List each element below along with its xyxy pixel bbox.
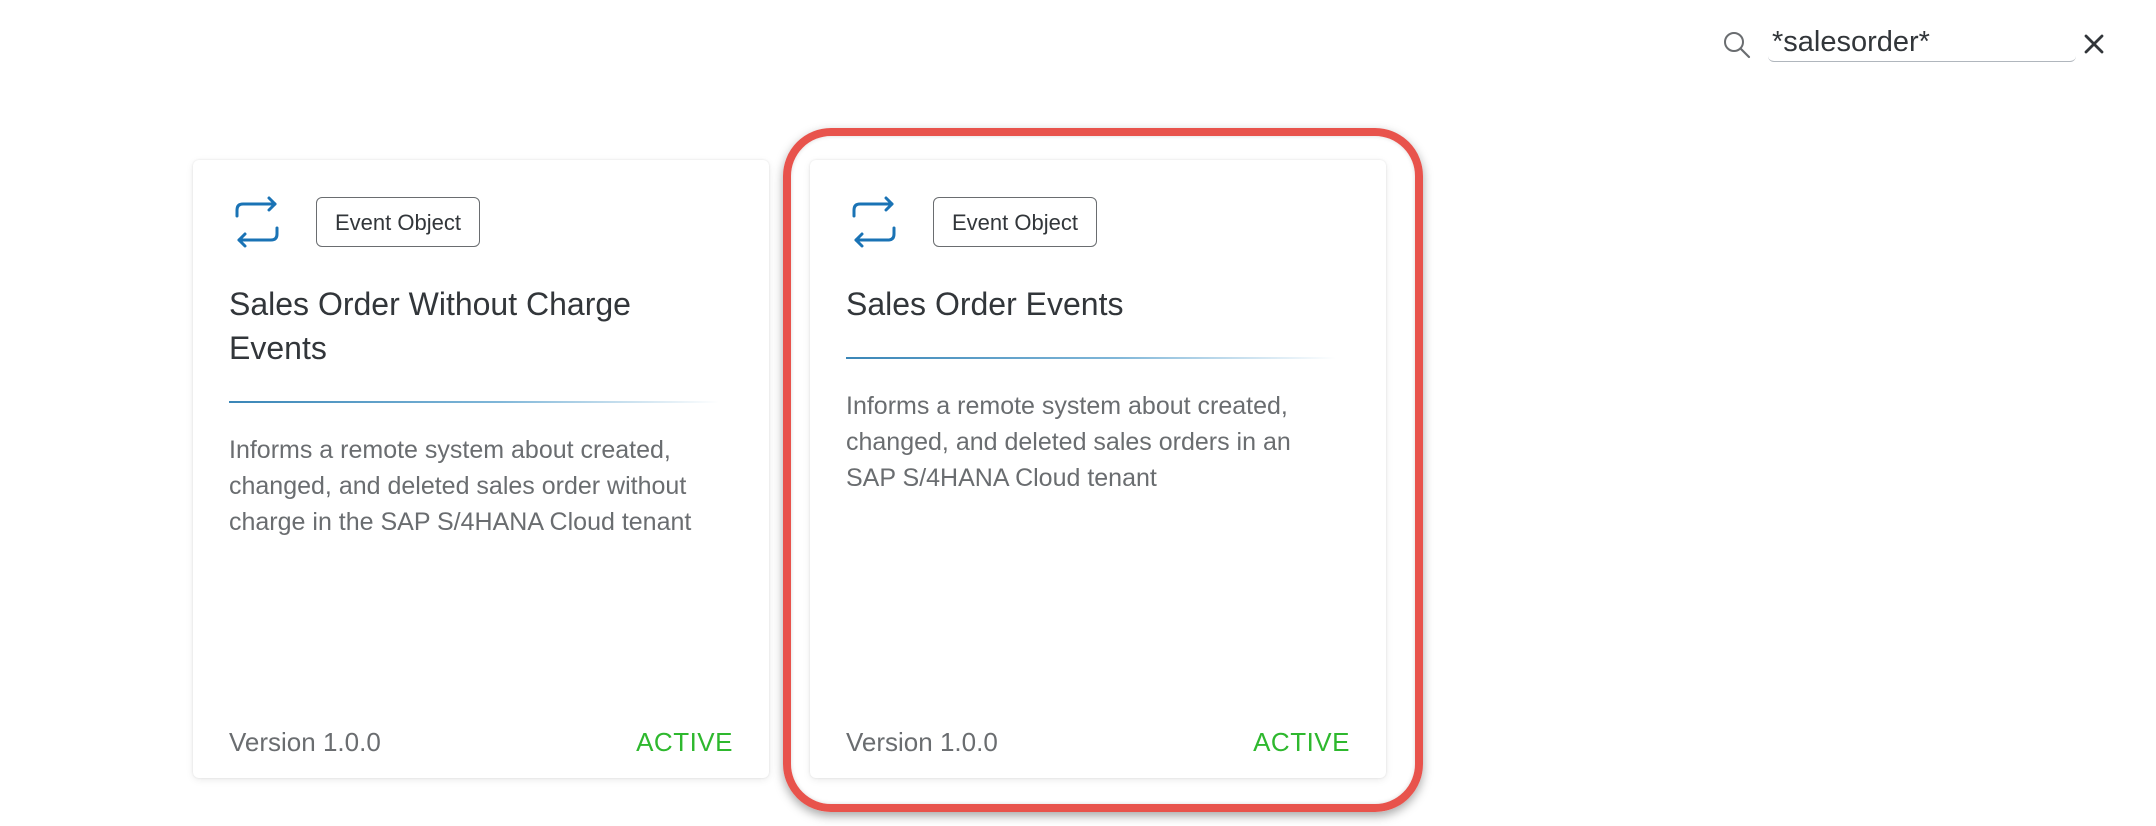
- status-label: ACTIVE: [1253, 727, 1350, 757]
- card-title: Sales Order Without Charge Events: [229, 286, 631, 366]
- status-label: ACTIVE: [636, 727, 733, 757]
- search-icon[interactable]: [1722, 30, 1752, 60]
- card-title: Sales Order Events: [846, 286, 1124, 322]
- event-card-sales-order-without-charge[interactable]: Event Object Sales Order Without Charge …: [193, 160, 769, 778]
- search-bar: [1722, 24, 2122, 64]
- version-label: Version 1.0.0: [846, 727, 998, 757]
- event-object-tag: Event Object: [933, 197, 1097, 247]
- page: Event Object Sales Order Without Charge …: [0, 0, 2156, 826]
- close-icon[interactable]: [2080, 30, 2108, 58]
- card-description: Informs a remote system about created, c…: [229, 436, 692, 536]
- divider: [229, 401, 719, 403]
- search-input[interactable]: [1768, 24, 2076, 62]
- sync-arrows-icon: [846, 194, 902, 250]
- divider: [846, 357, 1336, 359]
- event-object-tag: Event Object: [316, 197, 480, 247]
- sync-arrows-icon: [229, 194, 285, 250]
- version-label: Version 1.0.0: [229, 727, 381, 757]
- card-description: Informs a remote system about created, c…: [846, 392, 1291, 492]
- event-card-sales-order[interactable]: Event Object Sales Order Events Informs …: [810, 160, 1386, 778]
